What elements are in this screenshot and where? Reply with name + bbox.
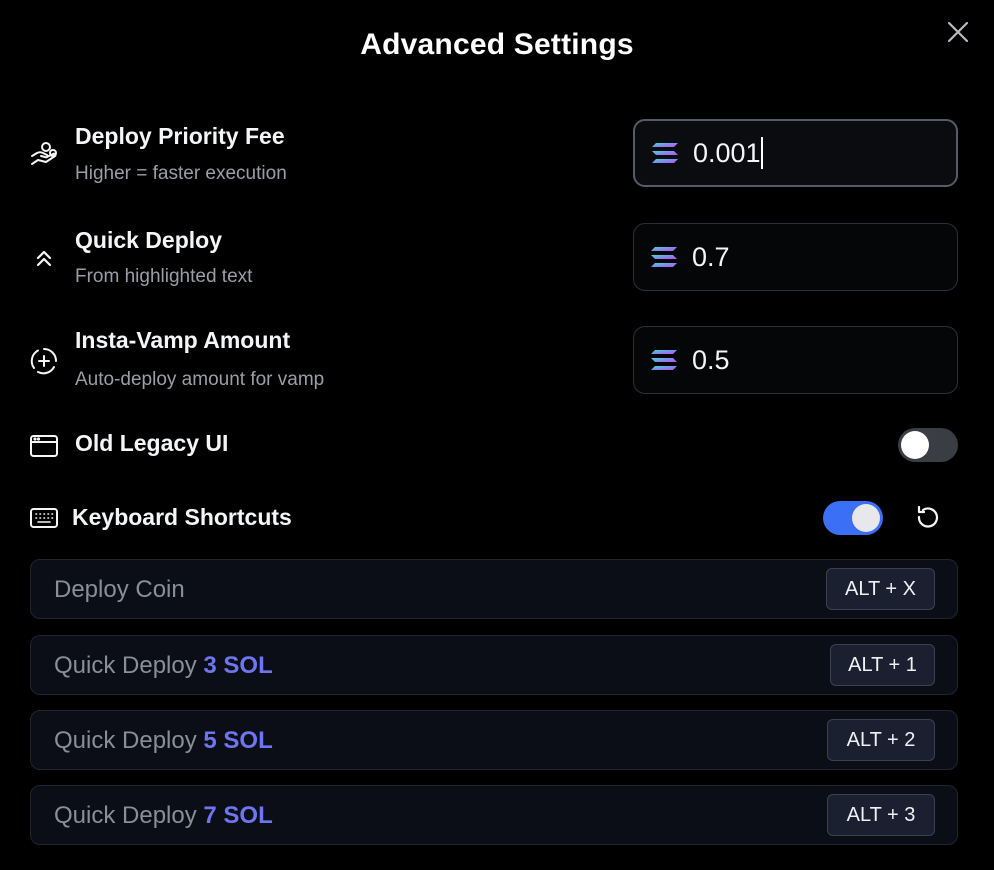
keyboard-shortcuts-toggle[interactable] — [823, 501, 883, 535]
close-button[interactable] — [944, 18, 972, 46]
shortcut-amount: 5 SOL — [203, 727, 273, 754]
setting-label: Old Legacy UI — [75, 430, 229, 456]
hand-coins-icon — [28, 138, 60, 170]
shortcut-amount: 7 SOL — [203, 802, 273, 829]
insta-vamp-value[interactable] — [692, 344, 912, 376]
browser-window-icon — [28, 430, 60, 462]
shortcut-label-text: Deploy Coin — [54, 576, 185, 603]
shortcut-row-quick-deploy-7: Quick Deploy 7 SOL ALT + 3 — [30, 785, 958, 845]
shortcut-keycap[interactable]: ALT + X — [826, 568, 935, 610]
close-icon — [947, 21, 969, 43]
setting-label: Deploy Priority Fee — [75, 123, 285, 149]
dialog-title: Advanced Settings — [360, 28, 634, 61]
shortcut-label-text: Quick Deploy — [54, 652, 204, 679]
setting-label: Quick Deploy — [75, 227, 222, 253]
shortcut-label-text: Quick Deploy — [54, 802, 204, 829]
solana-icon — [650, 246, 678, 268]
shortcut-label: Quick Deploy 3 SOL — [54, 652, 273, 680]
priority-fee-value[interactable] — [693, 137, 763, 169]
double-chevron-up-icon — [28, 242, 60, 274]
setting-keyboard-shortcuts: Keyboard Shortcuts — [28, 502, 958, 538]
setting-description: From highlighted text — [75, 266, 253, 287]
shortcut-keycap[interactable]: ALT + 2 — [827, 719, 935, 761]
reset-icon — [917, 505, 939, 528]
shortcut-row-deploy-coin: Deploy Coin ALT + X — [30, 559, 958, 619]
reset-shortcuts-button[interactable] — [913, 503, 943, 533]
circle-plus-dashed-icon — [28, 345, 60, 377]
solana-icon — [651, 142, 679, 164]
toggle-knob — [852, 504, 880, 532]
shortcut-label: Deploy Coin — [54, 576, 185, 604]
setting-old-legacy-ui: Old Legacy UI — [28, 428, 958, 464]
setting-description: Auto-deploy amount for vamp — [75, 369, 325, 390]
setting-label: Insta-Vamp Amount — [75, 327, 291, 353]
shortcut-label: Quick Deploy 5 SOL — [54, 727, 273, 755]
shortcut-label-text: Quick Deploy — [54, 727, 204, 754]
shortcut-keycap[interactable]: ALT + 1 — [830, 644, 935, 686]
shortcut-row-quick-deploy-5: Quick Deploy 5 SOL ALT + 2 — [30, 710, 958, 770]
legacy-ui-toggle[interactable] — [898, 428, 958, 462]
keyboard-icon — [28, 502, 60, 534]
priority-fee-input[interactable] — [633, 119, 958, 187]
quick-deploy-value[interactable] — [692, 241, 912, 273]
setting-description: Higher = faster execution — [75, 163, 287, 184]
shortcut-label: Quick Deploy 7 SOL — [54, 802, 273, 830]
toggle-knob — [901, 431, 929, 459]
shortcut-amount: 3 SOL — [203, 652, 273, 679]
insta-vamp-input[interactable] — [633, 326, 958, 394]
quick-deploy-input[interactable] — [633, 223, 958, 291]
solana-icon — [650, 349, 678, 371]
shortcut-row-quick-deploy-3: Quick Deploy 3 SOL ALT + 1 — [30, 635, 958, 695]
setting-label: Keyboard Shortcuts — [72, 504, 292, 530]
shortcut-keycap[interactable]: ALT + 3 — [827, 794, 935, 836]
text-caret — [761, 137, 763, 169]
